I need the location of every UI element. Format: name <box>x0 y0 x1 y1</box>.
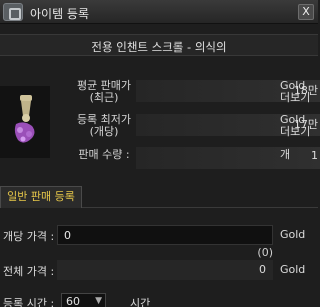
item-name-bar: 전용 인챈트 스크롤 - 의식의 <box>0 34 318 56</box>
avg-price-more-link[interactable]: 더보기 <box>280 92 320 104</box>
min-price-row: 등록 최저가 (개당) 17만 Gold 더보기 <box>50 112 320 138</box>
total-price-unit: Gold <box>280 263 306 276</box>
duration-label: 등록 시간 : <box>3 297 55 307</box>
sale-quantity-label: 판매 수량 : <box>78 148 130 161</box>
duration-unit: 시간 <box>130 297 151 307</box>
unit-price-unit: Gold <box>280 228 306 241</box>
min-price-unit: Gold 더보기 <box>280 114 320 138</box>
total-price-label: 전체 가격 : <box>3 265 55 278</box>
window-titlebar[interactable]: 아이템 등록 X <box>0 0 318 24</box>
avg-price-row: 평균 판매가 (최근) 18만 Gold 더보기 <box>50 78 320 104</box>
duration-value: 60 <box>66 295 80 307</box>
window-icon <box>3 3 23 21</box>
unit-price-label: 개당 가격 : <box>3 230 55 243</box>
total-price-row: 전체 가격 : 0 Gold <box>0 260 318 282</box>
sale-quantity-unit: 개 <box>280 148 291 161</box>
total-price-value: 0 <box>259 263 266 276</box>
chevron-down-icon: ▼ <box>95 296 102 306</box>
unit-price-input[interactable] <box>57 225 273 245</box>
unit-price-row: 개당 가격 : Gold <box>0 225 318 247</box>
duration-row: 등록 시간 : 60 ▼ 시간 <box>0 292 318 307</box>
window-title: 아이템 등록 <box>30 7 90 21</box>
min-price-more-link[interactable]: 더보기 <box>280 126 320 138</box>
avg-price-label: 평균 판매가 (최근) <box>76 79 132 104</box>
close-button[interactable]: X <box>298 4 314 20</box>
quantity-note: (0) <box>257 246 273 259</box>
item-name: 전용 인챈트 스크롤 - 의식의 <box>91 40 227 54</box>
duration-select[interactable]: 60 ▼ <box>61 293 106 307</box>
avg-price-unit: Gold 더보기 <box>280 80 320 104</box>
sale-quantity-row: 판매 수량 : 1 개 <box>50 145 320 171</box>
min-price-label: 등록 최저가 (개당) <box>76 113 132 138</box>
item-icon-slot[interactable] <box>0 86 50 158</box>
scroll-item-icon <box>14 95 35 143</box>
tab-general-sale[interactable]: 일반 판매 등록 <box>0 186 82 208</box>
tab-strip: 일반 판매 등록 <box>0 186 318 208</box>
